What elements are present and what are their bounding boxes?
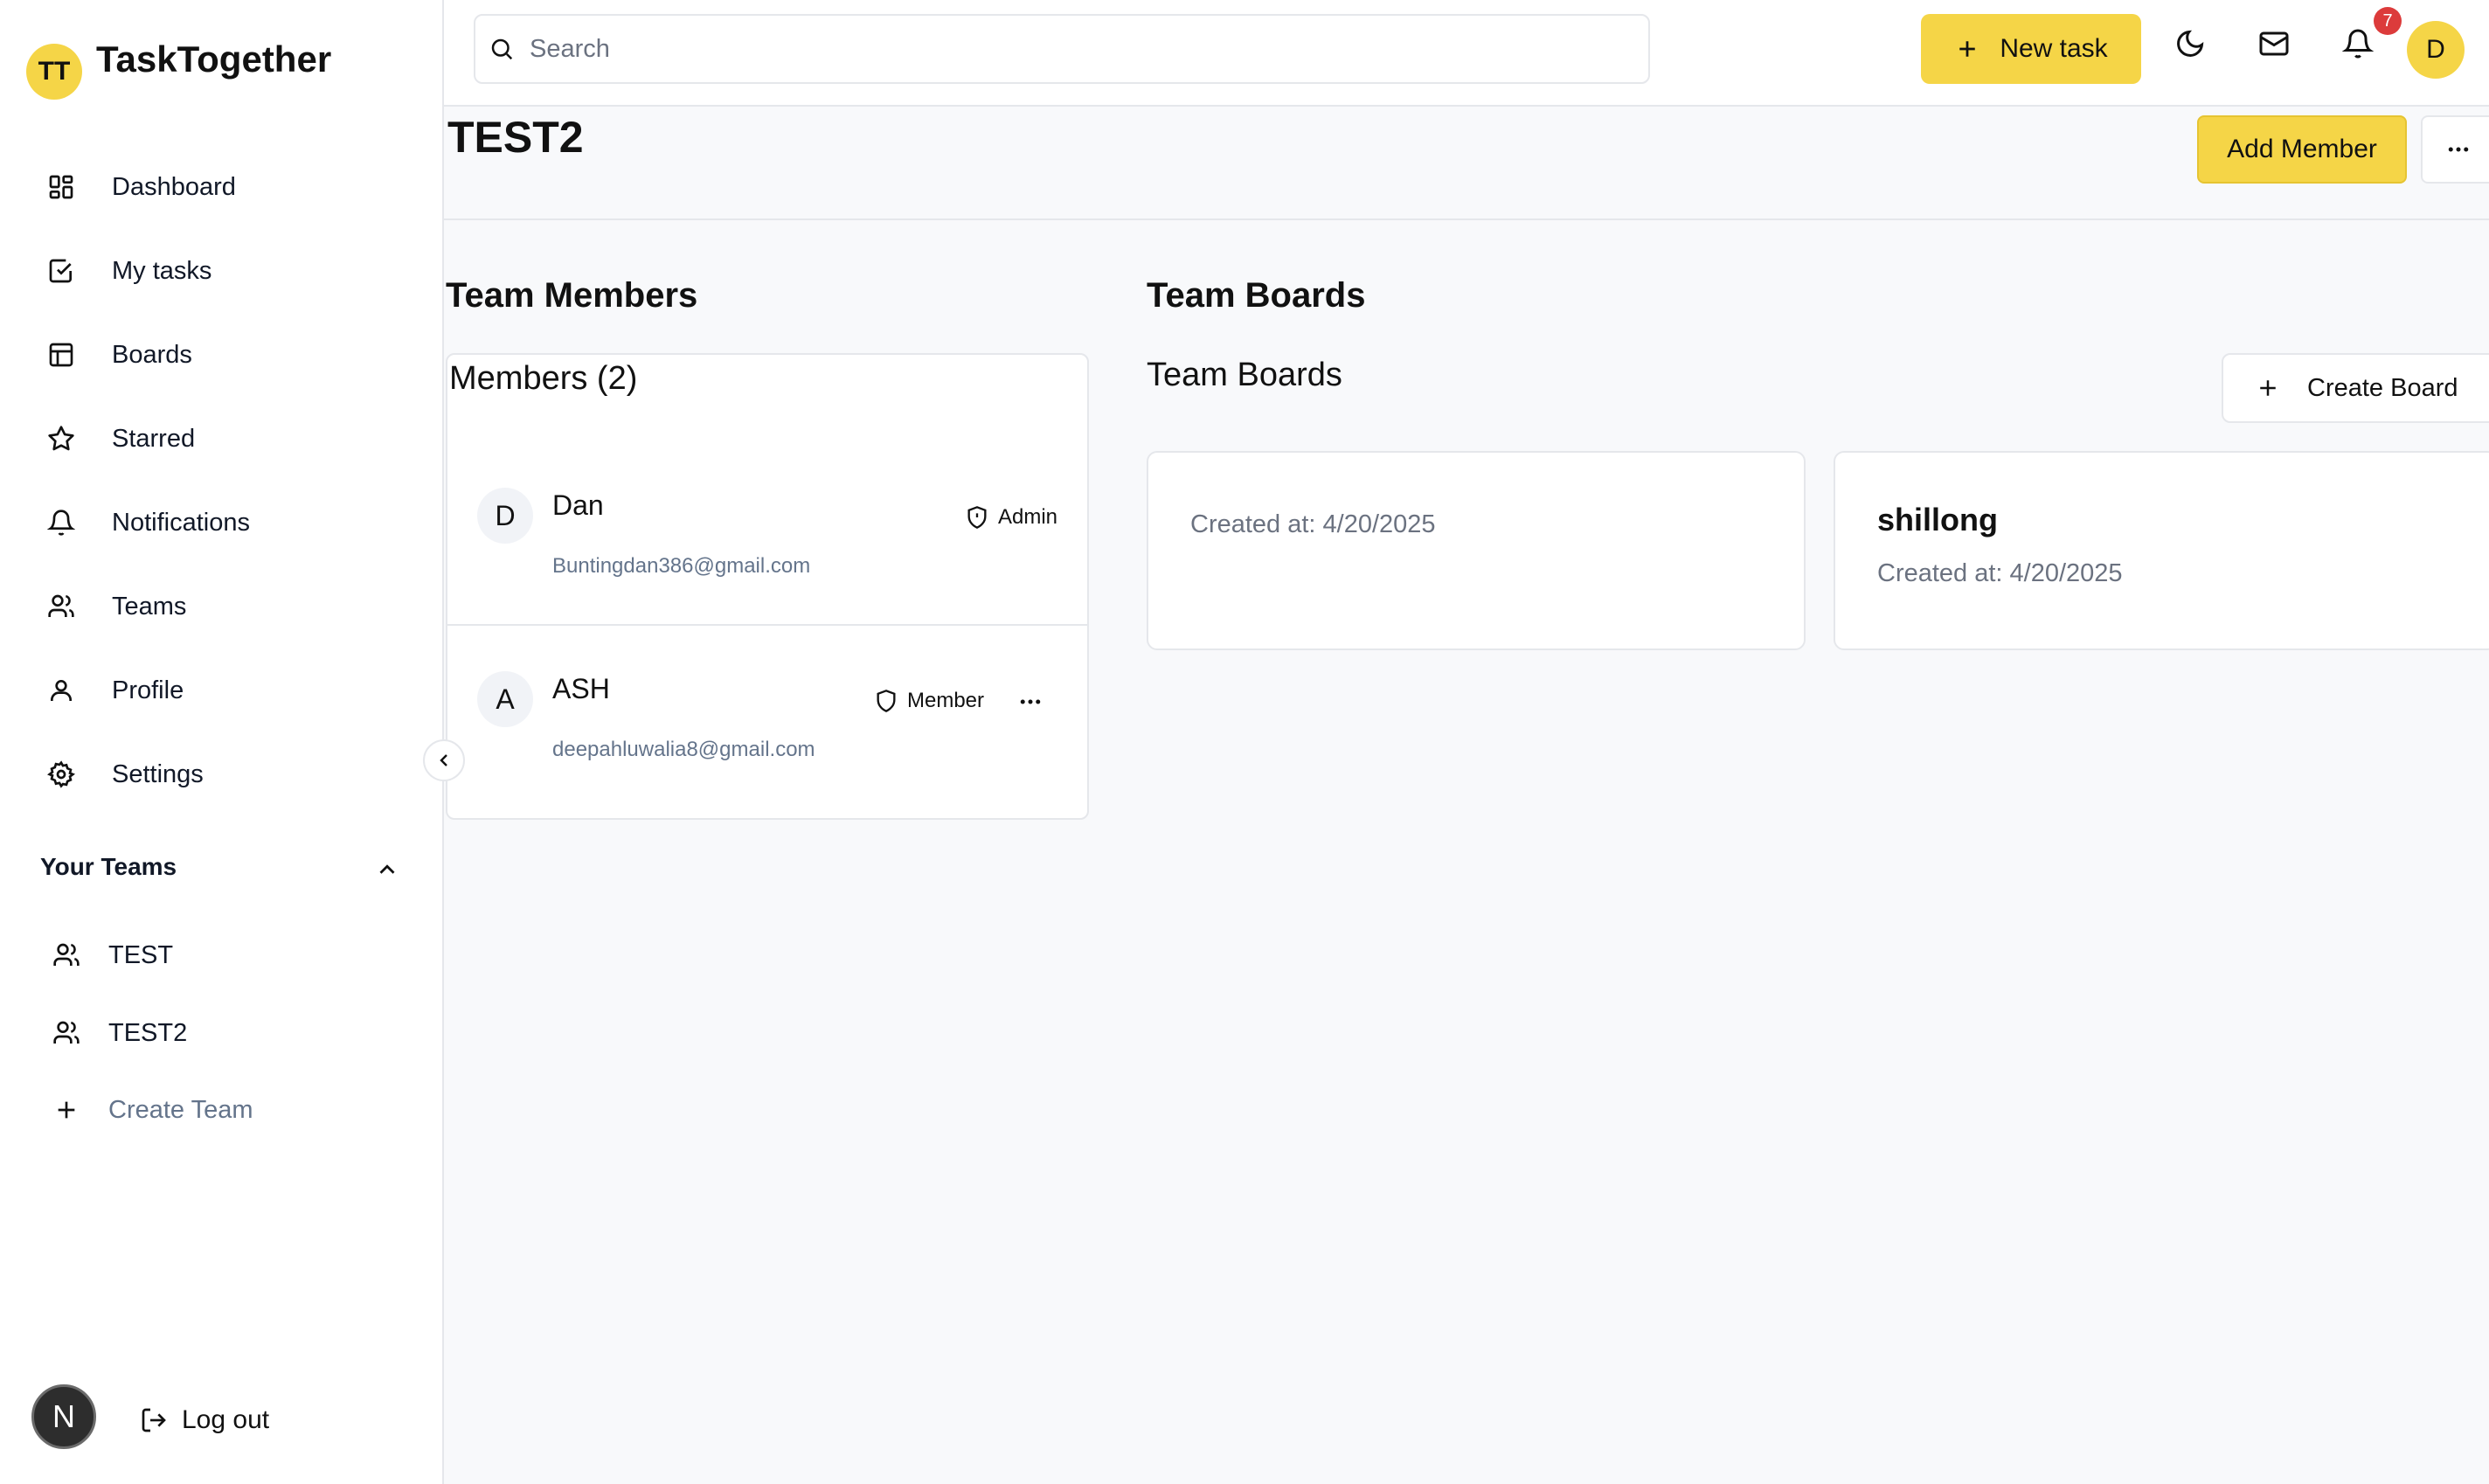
bell-icon (2342, 29, 2374, 59)
logout-icon (142, 1408, 166, 1432)
role-label: Admin (998, 505, 1058, 529)
plus-icon (58, 1101, 75, 1119)
user-avatar[interactable]: D (2407, 21, 2465, 79)
sidebar-team-test[interactable]: TEST (52, 925, 173, 986)
sidebar-item-my-tasks[interactable]: My tasks (35, 236, 411, 306)
sidebar-item-profile[interactable]: Profile (35, 655, 411, 725)
mail-icon (2259, 31, 2289, 56)
members-card: Members (2) D Dan Buntingdan386@gmail.co… (446, 353, 1089, 820)
dashboard-icon (49, 175, 73, 199)
member-avatar: A (477, 671, 533, 727)
board-card[interactable]: shillong Created at: 4/20/2025 (1834, 451, 2489, 650)
plus-icon (2260, 380, 2276, 396)
board-name: shillong (1877, 502, 1998, 537)
board-created-date: Created at: 4/20/2025 (1877, 559, 2123, 587)
sidebar-item-label: Teams (112, 592, 187, 621)
role-badge: Admin (965, 505, 1057, 530)
sidebar-team-label: TEST2 (108, 1018, 188, 1047)
add-member-button[interactable]: Add Member (2197, 115, 2407, 184)
role-label: Member (907, 689, 985, 712)
app-title[interactable]: TaskTogether (96, 38, 331, 80)
members-count-title: Members (2) (449, 360, 638, 397)
gear-icon (47, 760, 75, 788)
sidebar-item-label: My tasks (112, 256, 212, 285)
sidebar: TT TaskTogether Dashboard My tasks Board… (0, 0, 444, 1484)
logout-button[interactable]: Log out (140, 1390, 269, 1451)
create-board-button[interactable]: Create Board (2222, 353, 2489, 423)
check-square-icon (49, 259, 72, 283)
role-badge: Member (874, 689, 984, 713)
page-title: TEST2 (447, 113, 584, 162)
sidebar-item-label: Starred (112, 424, 196, 453)
sidebar-item-label: Boards (112, 340, 192, 369)
page-header: TEST2 Add Member (444, 107, 2489, 220)
shield-alert-icon (967, 506, 987, 529)
theme-toggle-button[interactable] (2174, 28, 2206, 59)
notifications-button[interactable] (2342, 28, 2374, 59)
member-email: Buntingdan386@gmail.com (552, 554, 811, 578)
board-icon (49, 343, 73, 367)
user-icon (51, 680, 72, 701)
bell-icon (47, 510, 75, 536)
sidebar-team-label: TEST (108, 940, 174, 969)
sidebar-item-settings[interactable]: Settings (35, 739, 411, 809)
sidebar-item-label: Settings (112, 759, 204, 788)
board-card[interactable]: Created at: 4/20/2025 (1147, 451, 1806, 650)
new-task-button[interactable]: New task (1921, 14, 2141, 84)
sidebar-item-starred[interactable]: Starred (35, 404, 411, 474)
team-members-heading: Team Members (446, 276, 698, 315)
sidebar-item-label: Notifications (112, 508, 250, 537)
search-box[interactable] (474, 14, 1650, 84)
your-teams-title: Your Teams (40, 853, 177, 880)
shield-icon (877, 690, 896, 712)
sidebar-team-test2[interactable]: TEST2 (52, 1002, 187, 1064)
team-options-button[interactable] (2421, 115, 2489, 184)
plus-icon (1959, 41, 1976, 57)
team-boards-subheading: Team Boards (1147, 357, 1342, 393)
sidebar-item-dashboard[interactable]: Dashboard (35, 152, 411, 222)
member-email: deepahluwalia8@gmail.com (552, 738, 815, 761)
new-task-label: New task (2000, 34, 2108, 63)
create-team-button[interactable]: Create Team (52, 1079, 253, 1141)
topbar: New task 7 D (444, 0, 2489, 107)
workspace-avatar[interactable]: N (31, 1384, 96, 1449)
sidebar-item-teams[interactable]: Teams (35, 572, 411, 641)
collapse-sidebar-button[interactable] (423, 739, 465, 781)
member-avatar: D (477, 488, 533, 544)
sidebar-item-label: Profile (112, 676, 184, 704)
chevron-up-icon[interactable] (374, 856, 400, 883)
moon-icon (2177, 30, 2204, 57)
app-logo[interactable]: TT (26, 44, 82, 100)
notification-count-badge: 7 (2374, 7, 2402, 35)
sidebar-item-notifications[interactable]: Notifications (35, 488, 411, 558)
sidebar-item-label: Dashboard (112, 172, 236, 201)
team-boards-heading: Team Boards (1147, 276, 1366, 315)
star-icon (48, 426, 74, 451)
sidebar-item-boards[interactable]: Boards (35, 320, 411, 390)
member-row: A ASH deepahluwalia8@gmail.com Member (447, 626, 1087, 809)
create-team-label: Create Team (108, 1095, 253, 1124)
member-name: ASH (552, 673, 610, 704)
messages-button[interactable] (2258, 28, 2290, 59)
board-created-date: Created at: 4/20/2025 (1190, 510, 1436, 538)
member-name: Dan (552, 489, 604, 521)
users-icon (48, 594, 74, 617)
users-icon (53, 1021, 80, 1044)
create-board-label: Create Board (2307, 373, 2458, 402)
more-horizontal-icon (1020, 699, 1041, 704)
logout-label: Log out (182, 1405, 270, 1434)
search-icon (491, 38, 513, 60)
users-icon (53, 943, 80, 966)
chevron-left-icon (440, 754, 447, 766)
search-input[interactable] (528, 33, 1580, 65)
member-row: D Dan Buntingdan386@gmail.com Admin (447, 440, 1087, 626)
member-options-button[interactable] (1017, 689, 1043, 715)
more-horizontal-icon (2448, 147, 2469, 152)
